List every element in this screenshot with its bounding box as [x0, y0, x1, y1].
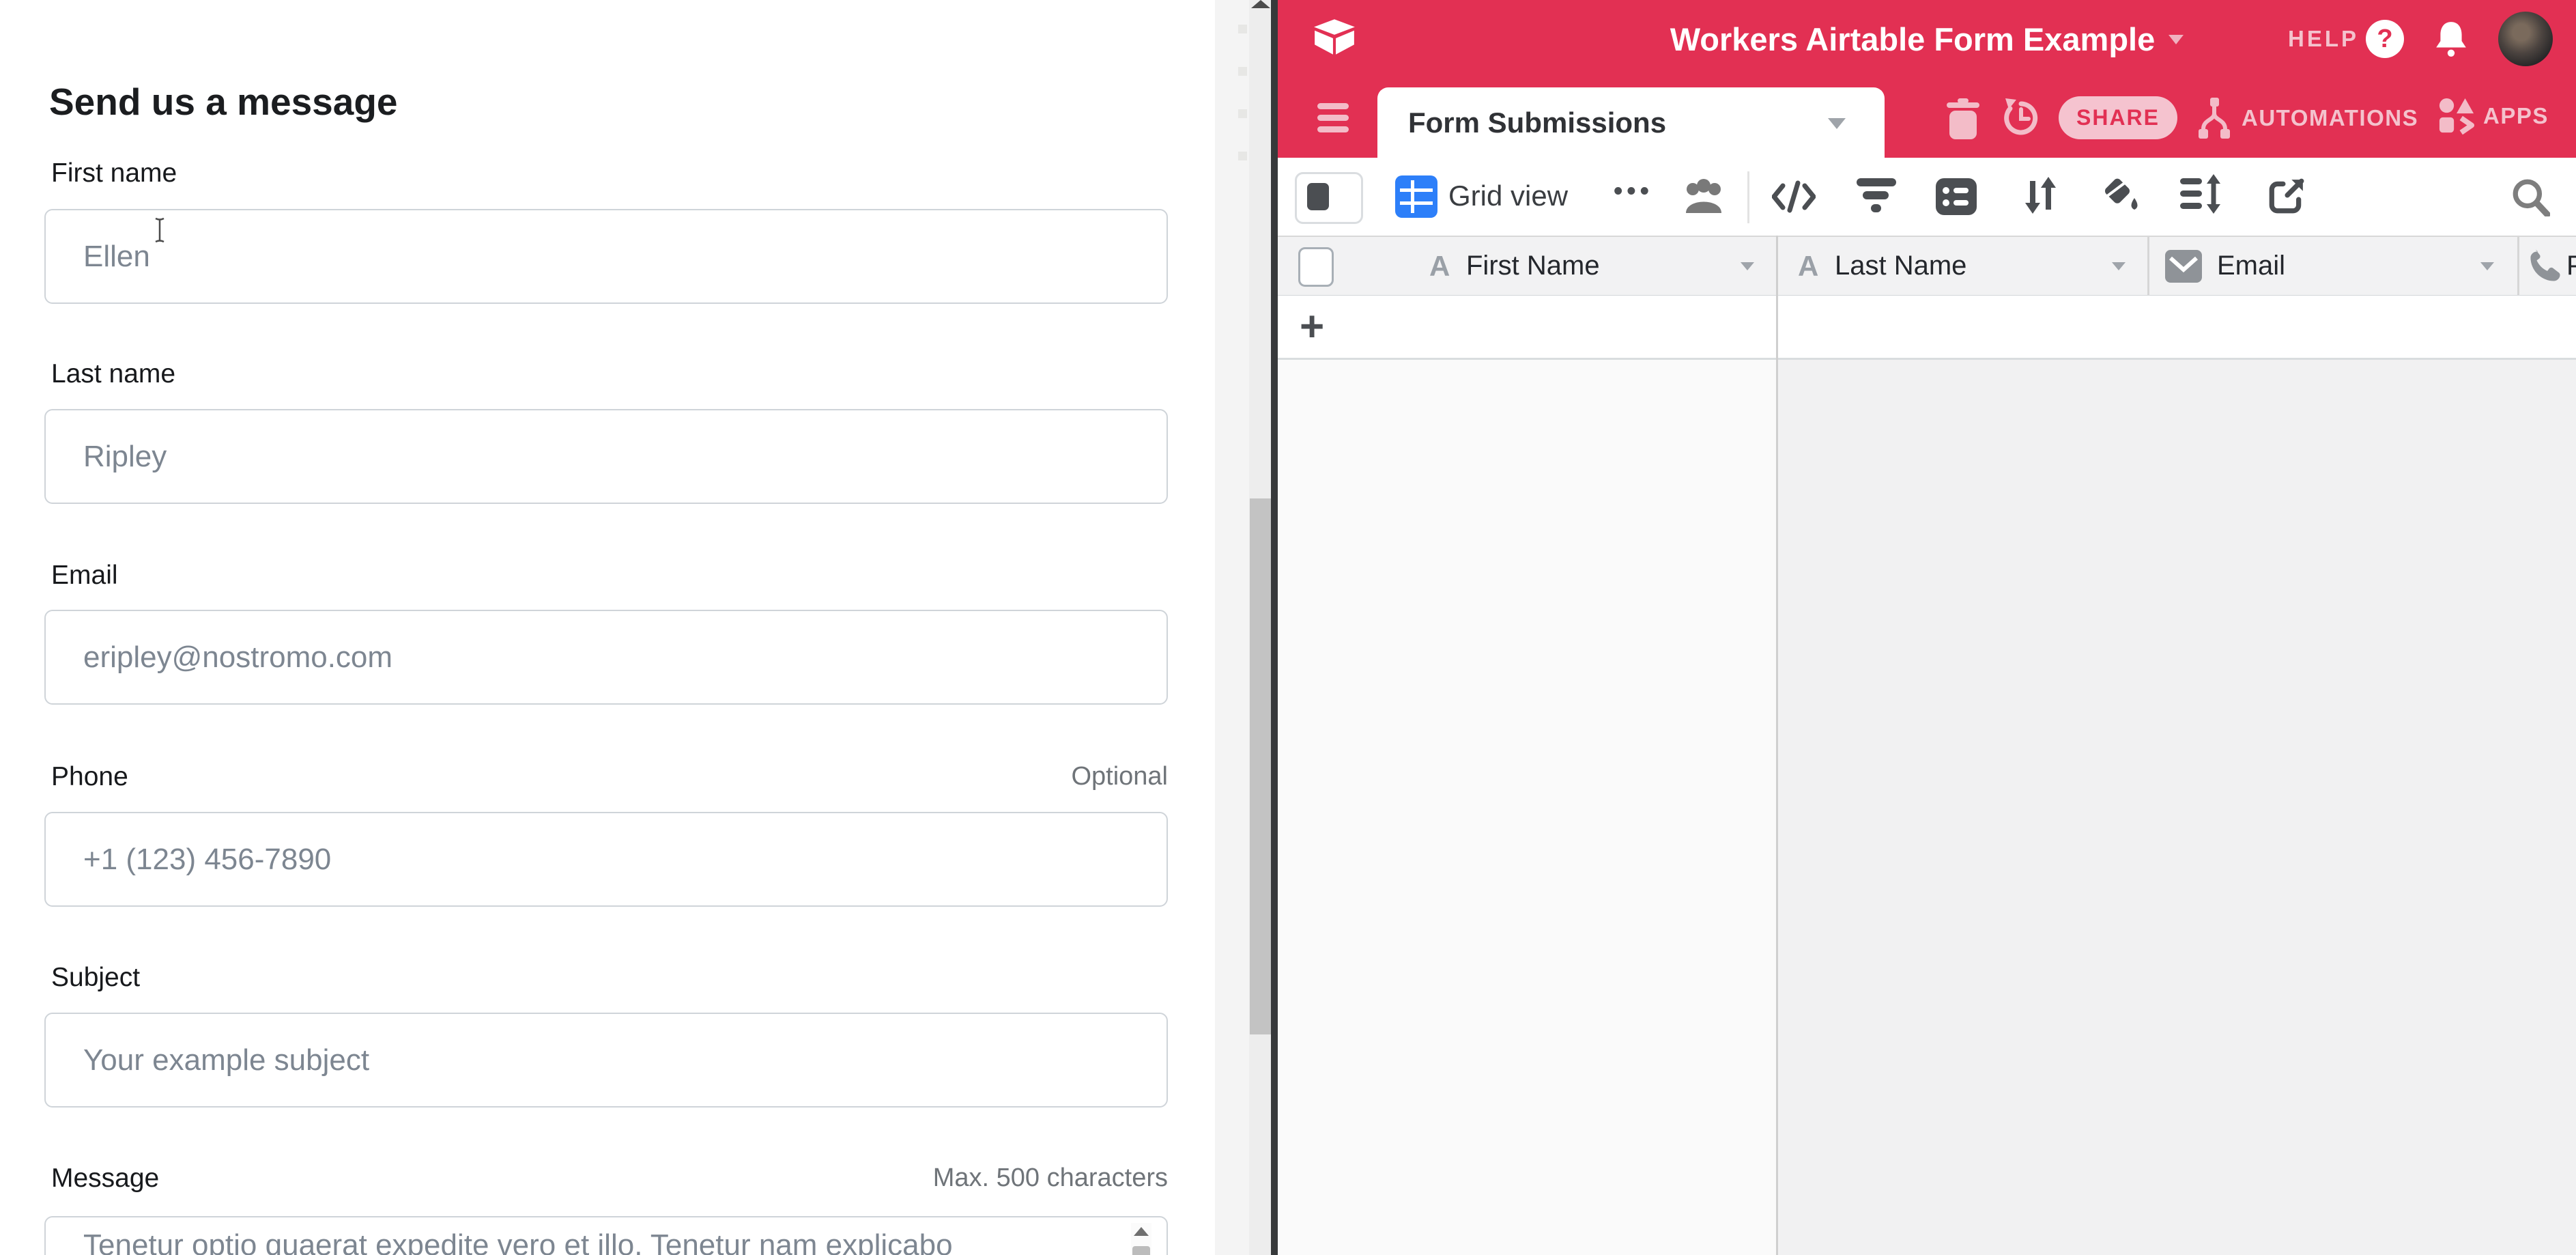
view-options-button[interactable]: ••• — [1614, 177, 1653, 206]
column-menu-icon[interactable] — [1741, 262, 1754, 270]
form-heading: Send us a message — [49, 80, 398, 124]
window-edge — [1271, 0, 1278, 1255]
message-max-note: Max. 500 characters — [933, 1164, 1168, 1193]
notifications-bell-icon[interactable] — [2434, 20, 2468, 57]
email-value: eripley@nostromo.com — [83, 611, 392, 703]
last-name-field[interactable]: Ripley — [44, 409, 1168, 504]
hamburger-icon — [1317, 115, 1349, 121]
apps-button[interactable]: APPS — [2438, 97, 2549, 135]
last-name-label: Last name — [51, 359, 175, 389]
table-tabs-bar: Form Submissions SHARE — [1278, 79, 2576, 158]
text-field-type-icon: A — [1798, 237, 1818, 295]
avatar[interactable] — [2498, 12, 2553, 66]
airtable-topbar: Workers Airtable Form Example HELP ? — [1278, 0, 2576, 79]
add-row-plus-icon: + — [1300, 296, 1324, 358]
chevron-down-icon — [2169, 35, 2184, 44]
view-name[interactable]: Grid view — [1448, 180, 1568, 212]
gutter-dot — [1238, 25, 1247, 33]
grid-body-first-column[interactable] — [1278, 360, 1776, 1255]
collaborators-icon[interactable] — [1682, 178, 1726, 215]
toolbar-divider — [1747, 171, 1749, 223]
grid-view-icon[interactable] — [1395, 175, 1437, 218]
message-scrollbar[interactable] — [1131, 1223, 1151, 1255]
apps-label: APPS — [2483, 103, 2549, 129]
gutter-dot — [1238, 152, 1247, 160]
text-cursor-icon — [152, 216, 168, 244]
email-field[interactable]: eripley@nostromo.com — [44, 610, 1168, 705]
table-name: Form Submissions — [1408, 87, 1666, 158]
email-field-type-icon — [2165, 250, 2202, 283]
text-field-type-icon: A — [1429, 237, 1450, 295]
first-name-label: First name — [51, 158, 177, 188]
row-height-icon[interactable] — [2180, 178, 2222, 216]
add-row[interactable]: + — [1278, 296, 2576, 360]
tab-form-submissions[interactable]: Form Submissions — [1377, 87, 1885, 158]
scroll-up-icon[interactable] — [1134, 1227, 1149, 1236]
scroll-up-arrow-icon[interactable] — [1251, 0, 1270, 8]
automations-button[interactable]: AUTOMATIONS — [2195, 97, 2418, 139]
gutter-dot — [1238, 109, 1247, 118]
last-name-value: Ripley — [83, 410, 167, 503]
group-icon[interactable] — [1936, 178, 1977, 215]
views-sidebar-toggle[interactable] — [1295, 172, 1363, 224]
scrollbar-thumb[interactable] — [1250, 498, 1271, 1034]
column-header-last-name[interactable]: Last Name — [1835, 237, 1966, 295]
phone-field[interactable]: +1 (123) 456-7890 — [44, 812, 1168, 907]
automations-icon — [2195, 97, 2233, 139]
column-divider[interactable] — [2517, 237, 2519, 295]
base-title: Workers Airtable Form Example — [1670, 20, 2155, 58]
gutter-dot — [1238, 67, 1247, 76]
message-scrollbar-thumb[interactable] — [1132, 1246, 1150, 1255]
hamburger-icon — [1317, 103, 1349, 109]
page-scrollbar[interactable] — [1215, 0, 1271, 1255]
airtable-window: Workers Airtable Form Example HELP ? For… — [1278, 0, 2576, 1255]
column-header-first-name[interactable]: First Name — [1466, 237, 1600, 295]
history-icon[interactable] — [2000, 96, 2042, 140]
subject-value: Your example subject — [83, 1014, 369, 1106]
grid-column-headers: A First Name A Last Name Email P — [1278, 236, 2576, 297]
sidebar-menu-button[interactable] — [1317, 103, 1349, 133]
subject-label: Subject — [51, 963, 140, 993]
phone-value: +1 (123) 456-7890 — [83, 813, 331, 905]
phone-optional-note: Optional — [1071, 762, 1168, 791]
first-name-value: Ellen — [83, 210, 150, 302]
color-icon[interactable] — [2100, 175, 2141, 216]
hide-fields-icon[interactable] — [1772, 180, 1816, 214]
share-view-icon[interactable] — [2266, 177, 2306, 216]
message-value: Tenetur optio quaerat expedite vero et i… — [83, 1228, 1107, 1255]
column-menu-icon[interactable] — [2480, 262, 2494, 270]
view-toolbar: Grid view ••• — [1278, 158, 2576, 234]
phone-label: Phone — [51, 762, 128, 792]
trash-icon[interactable] — [1945, 98, 1981, 140]
screen: Send us a message First name Ellen Last … — [0, 0, 2576, 1255]
search-icon[interactable] — [2510, 177, 2550, 216]
message-field[interactable]: Tenetur optio quaerat expedite vero et i… — [44, 1216, 1168, 1255]
first-name-field[interactable]: Ellen — [44, 209, 1168, 304]
contact-form: Send us a message First name Ellen Last … — [0, 0, 1215, 1255]
automations-label: AUTOMATIONS — [2242, 105, 2418, 131]
column-menu-icon[interactable] — [2112, 262, 2126, 270]
column-header-email[interactable]: Email — [2217, 237, 2285, 295]
subject-field[interactable]: Your example subject — [44, 1013, 1168, 1108]
chevron-down-icon — [1828, 118, 1846, 129]
phone-field-type-icon — [2528, 249, 2562, 283]
grid-body-background — [1778, 360, 2576, 1255]
share-button[interactable]: SHARE — [2059, 96, 2177, 139]
sort-icon[interactable] — [2022, 175, 2059, 215]
select-all-checkbox[interactable] — [1298, 247, 1334, 287]
filter-icon[interactable] — [1857, 178, 1896, 214]
email-label: Email — [51, 561, 118, 591]
column-divider[interactable] — [2147, 237, 2149, 295]
message-label: Message — [51, 1164, 159, 1194]
hamburger-icon — [1317, 126, 1349, 132]
apps-icon — [2438, 97, 2475, 135]
first-column-divider — [1776, 236, 1778, 1255]
help-question-icon[interactable]: ? — [2366, 20, 2404, 58]
column-header-phone[interactable]: P — [2566, 237, 2576, 295]
sidebar-panel-icon — [1307, 183, 1329, 210]
help-button[interactable]: HELP — [2288, 26, 2359, 52]
